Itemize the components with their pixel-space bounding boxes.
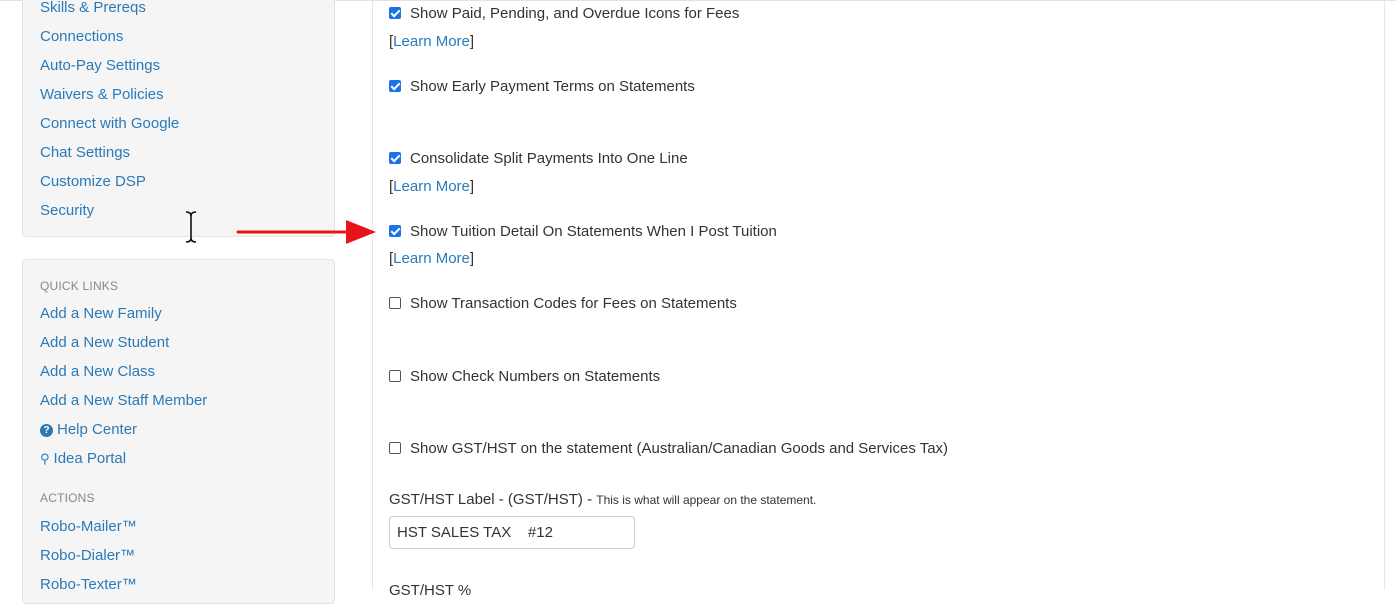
checkbox-early-payment-terms[interactable] <box>389 80 401 92</box>
content-divider <box>372 0 373 590</box>
learn-more-link[interactable]: Learn More <box>393 250 470 267</box>
lightbulb-icon: ⚲ <box>40 451 50 466</box>
actions-header: ACTIONS <box>40 491 95 505</box>
option-label: Show Early Payment Terms on Statements <box>410 78 695 95</box>
quick-links-panel: QUICK LINKS Add a New Family Add a New S… <box>22 259 335 604</box>
checkbox-gst-hst[interactable] <box>389 442 401 454</box>
nav-waivers-policies[interactable]: Waivers & Policies <box>40 86 164 104</box>
gst-label-field-label: GST/HST Label - (GST/HST) - This is what… <box>389 491 816 508</box>
gst-percent-label: GST/HST % <box>389 582 472 599</box>
nav-customize-dsp[interactable]: Customize DSP <box>40 173 146 191</box>
option-label: Show Paid, Pending, and Overdue Icons fo… <box>410 5 740 22</box>
idea-portal-label: Idea Portal <box>53 450 127 467</box>
learn-more-link[interactable]: Learn More <box>393 33 470 50</box>
link-add-class[interactable]: Add a New Class <box>40 363 155 381</box>
option-label: Show GST/HST on the statement (Australia… <box>410 440 949 457</box>
question-circle-icon: ? <box>40 424 53 437</box>
nav-skills-prereqs[interactable]: Skills & Prereqs <box>40 0 146 17</box>
content-right-border <box>1384 0 1385 590</box>
gst-label-hint: This is what will appear on the statemen… <box>596 493 817 507</box>
link-idea-portal[interactable]: ⚲ Idea Portal <box>40 450 126 468</box>
nav-security[interactable]: Security <box>40 202 94 220</box>
learn-more-link[interactable]: Learn More <box>393 178 470 195</box>
option-label: Consolidate Split Payments Into One Line <box>410 150 688 167</box>
link-add-staff[interactable]: Add a New Staff Member <box>40 392 207 410</box>
help-center-label: Help Center <box>57 421 138 438</box>
nav-connect-google[interactable]: Connect with Google <box>40 115 179 133</box>
checkbox-paid-pending-overdue[interactable] <box>389 7 401 19</box>
option-paid-pending-overdue-icons: Show Paid, Pending, and Overdue Icons fo… <box>389 5 739 23</box>
option-early-payment-terms: Show Early Payment Terms on Statements <box>389 78 695 96</box>
nav-auto-pay-settings[interactable]: Auto-Pay Settings <box>40 57 160 75</box>
link-add-student[interactable]: Add a New Student <box>40 334 169 352</box>
nav-connections[interactable]: Connections <box>40 28 123 46</box>
learn-more-3: [Learn More] <box>389 250 475 267</box>
link-add-family[interactable]: Add a New Family <box>40 305 162 323</box>
gst-label-text: GST/HST Label - (GST/HST) - <box>389 491 597 508</box>
link-robo-dialer[interactable]: Robo-Dialer™ <box>40 547 135 565</box>
nav-chat-settings[interactable]: Chat Settings <box>40 144 130 162</box>
gst-label-input[interactable]: HST SALES TAX #12 <box>389 516 635 549</box>
checkbox-transaction-codes[interactable] <box>389 297 401 309</box>
option-tuition-detail: Show Tuition Detail On Statements When I… <box>389 223 777 241</box>
learn-more-2: [Learn More] <box>389 178 475 195</box>
option-consolidate-split-payments: Consolidate Split Payments Into One Line <box>389 150 688 168</box>
checkbox-check-numbers[interactable] <box>389 370 401 382</box>
option-transaction-codes: Show Transaction Codes for Fees on State… <box>389 295 737 313</box>
learn-more-1: [Learn More] <box>389 33 475 50</box>
link-help-center[interactable]: ? Help Center <box>40 421 137 439</box>
option-check-numbers: Show Check Numbers on Statements <box>389 368 660 386</box>
quick-links-header: QUICK LINKS <box>40 279 119 293</box>
text-cursor-icon <box>185 211 197 243</box>
option-label: Show Transaction Codes for Fees on State… <box>410 295 737 312</box>
red-arrow-annotation <box>236 220 376 244</box>
option-label: Show Tuition Detail On Statements When I… <box>410 223 777 240</box>
link-robo-texter[interactable]: Robo-Texter™ <box>40 576 137 594</box>
option-gst-hst: Show GST/HST on the statement (Australia… <box>389 440 948 458</box>
checkbox-tuition-detail[interactable] <box>389 225 401 237</box>
checkbox-consolidate-split-payments[interactable] <box>389 152 401 164</box>
settings-nav-panel: Skills & Prereqs Connections Auto-Pay Se… <box>22 0 335 237</box>
link-robo-mailer[interactable]: Robo-Mailer™ <box>40 518 137 536</box>
option-label: Show Check Numbers on Statements <box>410 368 661 385</box>
